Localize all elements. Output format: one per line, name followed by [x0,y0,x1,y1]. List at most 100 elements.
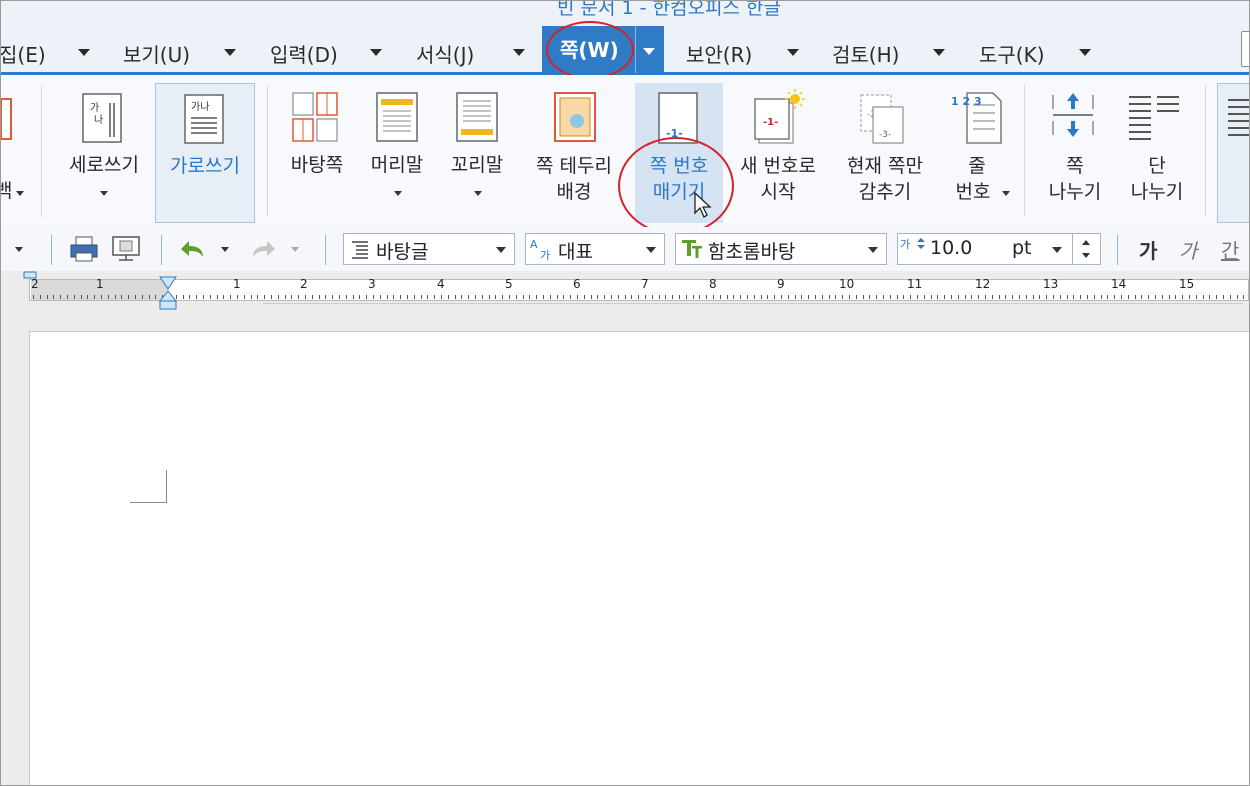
chevron-down-icon[interactable] [496,247,506,253]
ribbon: 백 가 나 세로쓰기 가나 [1,75,1249,235]
ruler-tick [1182,295,1183,299]
menu-view[interactable]: 보기(U) [123,39,190,68]
hide-page-label-line2: 감추기 [858,181,912,203]
horizontal-ruler: 2 1 1 2 3 4 5 6 7 8 9 10 11 12 13 14 15 [1,271,1249,323]
ruler-label: 9 [777,277,785,291]
new-number-start-button[interactable]: -1- 새 번호로 시작 [729,83,827,223]
ruler-tick [203,295,204,299]
ruler-tick [706,295,707,299]
menu-tools-dropdown-arrow[interactable] [1079,49,1091,56]
undo-dropdown-arrow[interactable] [221,247,229,252]
ruler-tick [468,295,469,299]
column-break-button[interactable]: 단 나누기 [1117,83,1197,223]
background-page-button[interactable]: 바탕쪽 [281,83,353,223]
hide-current-page-button[interactable]: -2- -3- 현재 쪽만 감추기 [833,83,937,223]
ruler-tick [699,295,700,299]
ruler-tick [1073,295,1074,299]
ruler-tick [903,295,904,299]
ruler-tick [414,295,415,299]
header-button[interactable]: 머리말 [361,83,433,223]
page-border-background-button[interactable]: 쪽 테두리 배경 [519,83,629,223]
menu-view-dropdown-arrow[interactable] [224,49,236,56]
chevron-down-icon[interactable] [646,247,656,253]
menu-security[interactable]: 보안(R) [686,39,752,68]
font-size-spinner[interactable] [1076,234,1096,264]
ruler-tick [312,295,313,299]
undo-icon[interactable] [177,237,207,261]
preview-icon[interactable] [111,235,141,263]
ruler-tick [285,295,286,299]
ruler-label: 2 [300,277,308,291]
menu-format-dropdown-arrow[interactable] [513,49,525,56]
ruler-tick [47,295,48,299]
bold-button[interactable]: 가 [1139,235,1157,264]
ruler-tick [999,295,1000,299]
ruler-tick [516,295,517,299]
ruler-bar[interactable] [29,279,1249,301]
menu-tools[interactable]: 도구(K) [979,39,1045,68]
menu-page-dropdown-arrow[interactable] [643,48,655,55]
footer-button[interactable]: 꼬리말 [441,83,513,223]
line-number-icon-text: 1 2 3 [951,95,982,108]
left-margin-marker-icon[interactable] [23,271,37,281]
ruler-tick [196,295,197,299]
ruler-tick [60,295,61,299]
ruler-tick [305,295,306,299]
menu-edit[interactable]: 집(E) [1,39,46,68]
toolbar-overflow-arrow[interactable] [15,247,23,252]
new-number-label-line1: 새 번호로 [740,155,816,177]
ribbon-partial-right-button[interactable] [1217,83,1249,223]
ruler-label: 10 [839,277,855,291]
ruler-tick [951,295,952,299]
paragraph-style-icon [352,241,368,259]
ruler-tick [543,295,544,299]
ruler-tick [693,295,694,299]
hide-page-icon: -2- -3- [860,94,904,144]
ruler-tick [1012,295,1013,299]
ruler-tick [1243,295,1244,299]
ribbon-toggle-button[interactable] [1241,31,1249,67]
highlight-circle-page-menu [546,21,634,79]
ruler-tick [1046,295,1047,299]
chevron-down-icon[interactable] [868,247,878,253]
menu-security-dropdown-arrow[interactable] [787,49,799,56]
menu-review[interactable]: 검토(H) [832,39,899,68]
document-page[interactable] [29,331,1249,785]
menu-insert[interactable]: 입력(D) [270,39,338,68]
ruler-tick [353,295,354,299]
menu-format[interactable]: 서식(J) [416,39,474,68]
page-break-button[interactable]: 쪽 나누기 [1035,83,1115,223]
indent-marker-icon[interactable] [158,275,178,311]
ruler-tick [244,295,245,299]
ruler-tick [380,295,381,299]
italic-button[interactable]: 가 [1179,235,1197,264]
menu-review-dropdown-arrow[interactable] [933,49,945,56]
ruler-label: 5 [505,277,513,291]
vertical-text-icon: 가 나 [82,93,122,143]
line-number-button[interactable]: 1 2 3 줄 번호 [939,83,1015,223]
redo-dropdown-arrow[interactable] [291,247,299,252]
horizontal-write-button[interactable]: 가나 가로쓰기 [155,83,255,223]
ruler-tick [842,295,843,299]
ruler-tick [761,295,762,299]
ruler-tick [475,295,476,299]
ribbon-partial-left-button[interactable]: 백 [1,75,37,225]
ruler-tick [992,295,993,299]
print-icon[interactable] [69,235,99,263]
ruler-label: 15 [1179,277,1195,291]
ruler-tick [924,295,925,299]
menu-insert-dropdown-arrow[interactable] [370,49,382,56]
font-size-combo[interactable]: 가 10.0 pt [897,233,1101,265]
underline-button[interactable]: 간 [1221,235,1239,264]
ruler-tick [441,295,442,299]
ruler-tick [1135,295,1136,299]
menu-edit-dropdown-arrow[interactable] [78,49,90,56]
font-combo[interactable]: 함초롬바탕 [675,233,887,265]
language-combo[interactable]: A 가 대표 [525,233,665,265]
vertical-write-button[interactable]: 가 나 세로쓰기 [55,83,151,223]
style-combo[interactable]: 바탕글 [343,233,515,265]
toolbar-separator [161,235,162,265]
ruler-label: 3 [368,277,376,291]
redo-icon[interactable] [249,237,279,261]
chevron-down-icon[interactable] [1052,247,1062,253]
